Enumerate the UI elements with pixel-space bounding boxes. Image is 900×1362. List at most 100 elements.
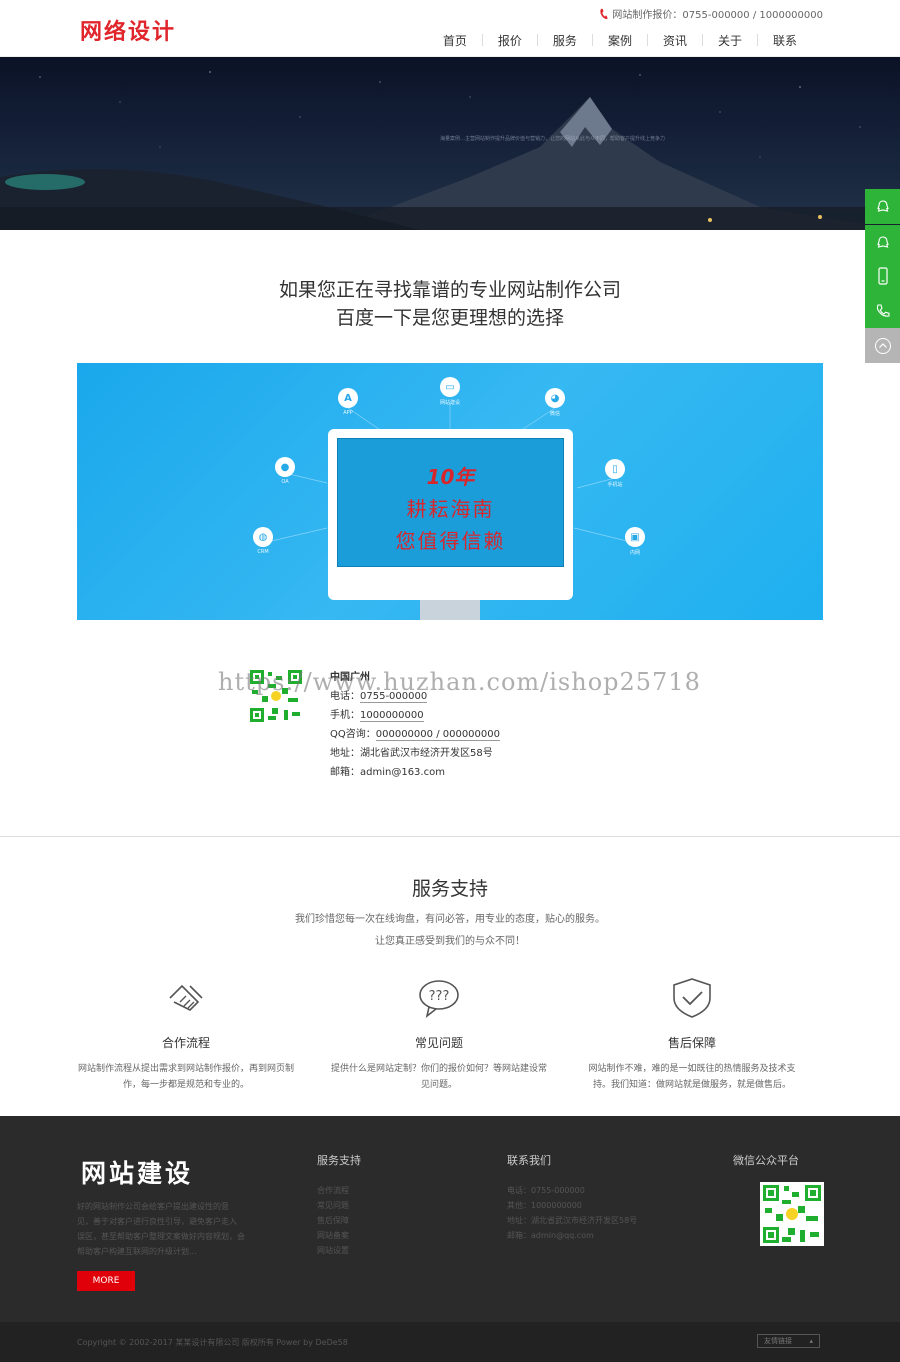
- nav-item-contact[interactable]: 联系: [758, 32, 812, 49]
- users-group-icon: ◍: [253, 527, 273, 547]
- service-card-desc: 网站制作不难，难的是一如既往的热情服务及技术支 持。我们知道：做网站就是做服务，就…: [588, 1064, 796, 1090]
- service-subtitle-2: 让您真正感受到我们的与众不同！: [375, 936, 525, 947]
- friend-links-label: 友情链接: [764, 1337, 792, 1345]
- footer-link[interactable]: 合作流程: [317, 1183, 349, 1198]
- contact-address-value: 湖北省武汉市经济开发区58号: [360, 748, 493, 759]
- footer-service-links: 合作流程 常见问题 售后保障 网站备案 网站设置: [317, 1183, 349, 1258]
- promo-node-mobile: ▯ 手机站: [595, 459, 635, 488]
- wechat-qr-code-icon: [760, 1182, 824, 1246]
- intro-line-1: 如果您正在寻找靠谱的专业网站制作公司: [278, 279, 621, 301]
- monitor-screen: 10年 耕耘海南 您值得信赖: [337, 438, 564, 567]
- footer-contact-title: 联系我们: [507, 1154, 551, 1167]
- intro-heading: 如果您正在寻找靠谱的专业网站制作公司 百度一下是您更理想的选择: [0, 276, 900, 332]
- footer-logo: 网站建设: [81, 1159, 194, 1188]
- promo-node-label: 网站建设: [439, 400, 460, 406]
- header-phone-text: 网站制作报价：0755-000000 / 1000000000: [612, 10, 823, 21]
- shield-check-icon: [673, 978, 711, 1018]
- more-button[interactable]: MORE: [77, 1271, 135, 1291]
- friend-links-select[interactable]: 友情链接 ▴: [757, 1334, 820, 1348]
- footer-link[interactable]: 售后保障: [317, 1213, 349, 1228]
- side-back-to-top-button[interactable]: [865, 328, 900, 363]
- arrow-up-circle-icon: [874, 337, 891, 354]
- promo-node-wechat: ◕ 微信: [535, 388, 575, 417]
- mountain-night-image: [0, 71, 900, 230]
- side-qq-button-1[interactable]: [865, 189, 900, 224]
- footer-contact-item: 邮箱：admin@qq.com: [507, 1231, 594, 1240]
- section-divider: [0, 836, 900, 837]
- promo-line-1: 耕耘海南: [406, 497, 495, 521]
- service-card-title: 常见问题: [414, 1036, 463, 1050]
- contact-email-value[interactable]: admin@163.com: [360, 767, 445, 778]
- footer-link[interactable]: 常见问题: [317, 1198, 349, 1213]
- promo-node-intranet: ▣ 内网: [615, 527, 655, 556]
- site-logo[interactable]: 网络设计: [80, 14, 176, 46]
- promo-node-app: A APP: [328, 388, 368, 416]
- hero-banner: 海量案例…主营网站制作提升品牌价值与营销力，让您的网站从此与众不同，帮助客户提升…: [0, 57, 900, 230]
- copyright-text: Copyright © 2002-2017 某某设计有限公司 版权所有 Powe…: [77, 1338, 348, 1347]
- nav-item-home[interactable]: 首页: [428, 32, 482, 49]
- banner-caption: 海量案例…主营网站制作提升品牌价值与营销力，让您的网站从此与众不同，帮助客户提升…: [440, 136, 666, 142]
- monitor-stand: [420, 600, 480, 620]
- service-card-desc: 提供什么是网站定制？你们的报价如何？等网站建设常 见问题。: [330, 1064, 547, 1090]
- promo-node-label: 手机站: [607, 482, 623, 488]
- nav-item-news[interactable]: 资讯: [648, 32, 702, 49]
- footer-contact-item: 地址：湖北省武汉市经济开发区58号: [507, 1216, 638, 1225]
- question-bubble-icon: ???: [419, 980, 459, 1018]
- svg-text:???: ???: [429, 989, 450, 1004]
- contact-address-label: 地址：: [330, 748, 360, 759]
- contact-address: 地址：湖北省武汉市经济开发区58号: [330, 744, 500, 763]
- footer-contact-item: 电话：0755-000000: [507, 1186, 585, 1195]
- nav-item-price[interactable]: 报价: [483, 32, 537, 49]
- contact-mobile-label: 手机：: [330, 710, 360, 721]
- footer-wechat-title: 微信公众平台: [733, 1154, 799, 1167]
- site-header: 网络设计 网站制作报价：0755-000000 / 1000000000 首页 …: [0, 0, 900, 57]
- service-card-title: 合作流程: [161, 1036, 210, 1050]
- contact-qq: QQ咨询：000000000 / 000000000: [330, 725, 500, 744]
- promo-line-2: 您值得信赖: [395, 529, 506, 553]
- caret-up-icon: ▴: [809, 1337, 813, 1345]
- promo-node-label: OA: [281, 479, 289, 485]
- service-card-faq[interactable]: ??? 常见问题 提供什么是网站定制？你们的报价如何？等网站建设常 见问题。: [329, 976, 549, 1093]
- main-nav: 首页 报价 服务 案例 资讯 关于 联系: [428, 32, 812, 49]
- qq-icon: [876, 235, 889, 248]
- contact-email: 邮箱：admin@163.com: [330, 763, 500, 782]
- site-footer: 网站建设 好的网站制作公司会给客户提出建设性的意 见，善于对客户进行良性引导，避免…: [0, 1116, 900, 1322]
- promo-node-label: CRM: [257, 549, 269, 555]
- mobile-icon: ▯: [605, 459, 625, 479]
- footer-about: 好的网站制作公司会给客户提出建设性的意 见，善于对客户进行良性引导，避免客户走入误…: [77, 1202, 245, 1256]
- contact-qq-label: QQ咨询：: [330, 729, 376, 740]
- footer-service-title: 服务支持: [317, 1154, 361, 1167]
- service-subtitle: 我们珍惜您每一次在线询盘，有问必答，用专业的态度，贴心的服务。 让您真正感受到我…: [0, 909, 900, 953]
- service-card-process[interactable]: 合作流程 网站制作流程从提出需求到网站制作报价，再到网页制 作，每一步都是规范和专…: [76, 976, 296, 1093]
- nav-item-cases[interactable]: 案例: [593, 32, 647, 49]
- service-subtitle-1: 我们珍惜您每一次在线询盘，有问必答，用专业的态度，贴心的服务。: [295, 914, 605, 925]
- qq-icon: [876, 199, 889, 212]
- watermark-text: https://www.huzhan.com/ishop25718: [218, 668, 701, 696]
- intro-line-2: 百度一下是您更理想的选择: [335, 307, 564, 329]
- copyright-bar: Copyright © 2002-2017 某某设计有限公司 版权所有 Powe…: [0, 1322, 900, 1362]
- promo-node-oa: ● OA: [265, 457, 305, 485]
- footer-link[interactable]: 网站设置: [317, 1243, 349, 1258]
- footer-link[interactable]: 网站备案: [317, 1228, 349, 1243]
- promo-node-crm: ◍ CRM: [243, 527, 283, 555]
- promo-node-website: ▭ 网站建设: [430, 377, 470, 406]
- handshake-icon: [169, 984, 203, 1011]
- nav-item-service[interactable]: 服务: [538, 32, 592, 49]
- service-card-aftersales[interactable]: 售后保障 网站制作不难，难的是一如既往的热情服务及技术支 持。我们知道：做网站就是…: [582, 976, 802, 1093]
- contact-qq-value[interactable]: 000000000 / 000000000: [375, 729, 500, 741]
- service-card-desc: 网站制作流程从提出需求到网站制作报价，再到网页制 作，每一步都是规范和专业的。: [77, 1064, 294, 1090]
- header-phone: 网站制作报价：0755-000000 / 1000000000: [599, 6, 823, 21]
- app-store-icon: A: [338, 388, 358, 408]
- side-qq-button-2[interactable]: [865, 225, 900, 260]
- phone-icon: [600, 8, 608, 19]
- contact-mobile-value[interactable]: 1000000000: [360, 710, 424, 722]
- promo-node-label: APP: [343, 410, 353, 416]
- contact-mobile: 手机：1000000000: [330, 706, 500, 725]
- footer-contact-list: 电话：0755-000000 其他：1000000000 地址：湖北省武汉市经济…: [507, 1183, 637, 1243]
- monitor-icon: ▭: [440, 377, 460, 397]
- nav-item-about[interactable]: 关于: [703, 32, 757, 49]
- service-card-title: 售后保障: [667, 1036, 716, 1050]
- promo-years: 10年: [426, 465, 475, 489]
- promo-banner: A APP ▭ 网站建设 ◕ 微信 ● OA ▯ 手机站 ◍ CRM ▣ 内网 10年 耕耘海…: [77, 363, 823, 620]
- monitor-illustration: 10年 耕耘海南 您值得信赖: [328, 429, 573, 600]
